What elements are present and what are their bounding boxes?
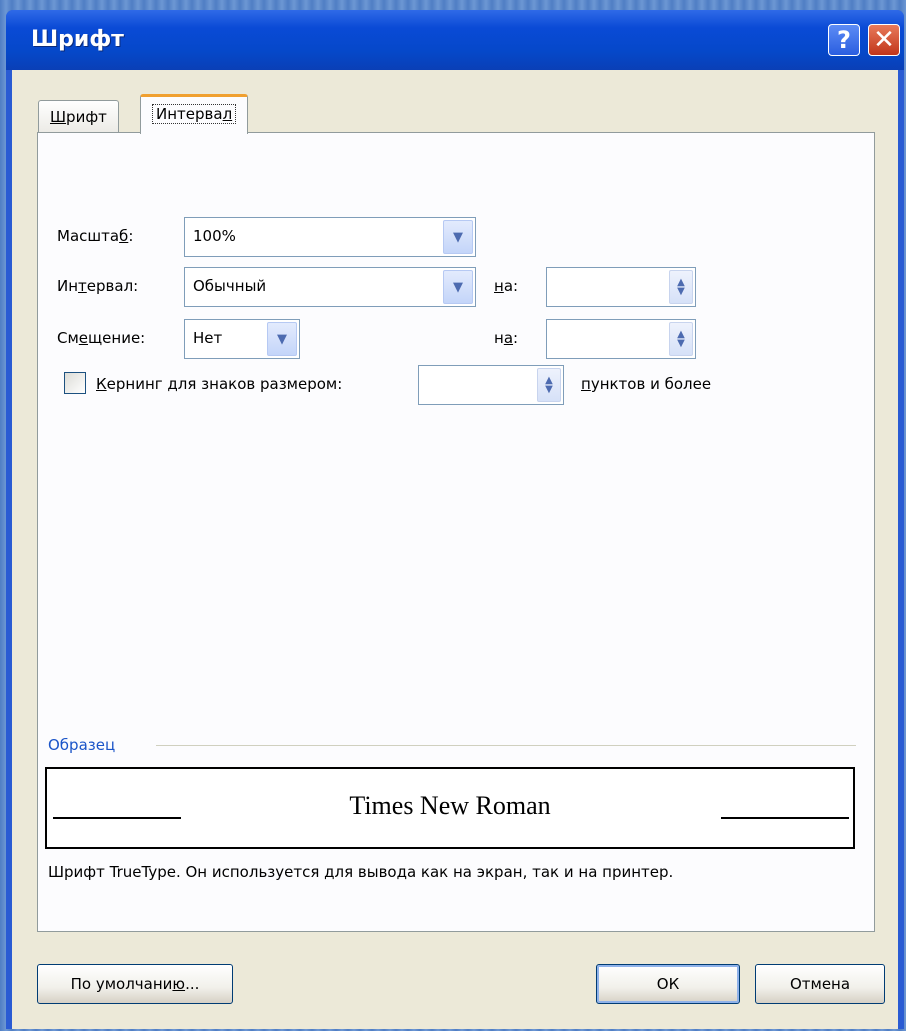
spacing-select[interactable]: Обычный ▼ [184, 267, 476, 307]
position-value: Нет [193, 329, 223, 347]
chevron-down-icon[interactable]: ▼ [443, 270, 473, 304]
tab-spacing[interactable]: Интервал [140, 94, 249, 134]
spacing-by-input[interactable]: ▲ ▼ [546, 267, 696, 307]
cancel-button[interactable]: Отмена [755, 964, 885, 1004]
sample-divider [156, 745, 856, 746]
close-icon: ✕ [873, 25, 895, 55]
help-icon: ? [837, 26, 851, 54]
position-by-label: на: [494, 329, 519, 347]
dialog-client-area: Шрифт Интервал Масштаб: 100% ▼ Интервал:… [12, 70, 898, 1029]
spinner-arrows-icon[interactable]: ▲ ▼ [669, 270, 693, 304]
help-button[interactable]: ? [828, 24, 860, 56]
kerning-size-input[interactable]: ▲ ▼ [418, 365, 564, 405]
spinner-arrows-icon[interactable]: ▲ ▼ [537, 368, 561, 402]
title-bar[interactable]: Шрифт ? ✕ [6, 10, 904, 70]
kerning-suffix: пунктов и более [581, 375, 712, 393]
position-by-input[interactable]: ▲ ▼ [546, 319, 696, 359]
default-button[interactable]: По умолчанию... [37, 964, 233, 1004]
chevron-down-icon[interactable]: ▼ [267, 322, 297, 356]
kerning-label[interactable]: Кернинг для знаков размером: [96, 375, 342, 393]
spacing-by-label: на: [494, 277, 519, 295]
position-select[interactable]: Нет ▼ [184, 319, 300, 359]
sample-underline-right [721, 817, 849, 819]
scale-select[interactable]: 100% ▼ [184, 217, 476, 257]
scale-label: Масштаб: [57, 227, 134, 245]
close-button[interactable]: ✕ [868, 24, 900, 56]
dialog-title: Шрифт [31, 27, 124, 52]
scale-value: 100% [193, 227, 236, 245]
font-dialog: Шрифт ? ✕ Шрифт Интервал Масштаб: 100% ▼… [6, 10, 904, 1029]
kerning-checkbox[interactable] [64, 372, 86, 394]
spacing-label: Интервал: [57, 277, 139, 295]
spacing-value: Обычный [193, 277, 267, 295]
spinner-arrows-icon[interactable]: ▲ ▼ [669, 322, 693, 356]
sample-group-label: Образец [48, 736, 116, 754]
tab-font[interactable]: Шрифт [38, 100, 119, 132]
sample-preview: Times New Roman [45, 767, 855, 849]
sample-description: Шрифт TrueType. Он используется для выво… [48, 863, 674, 881]
spacing-tab-panel: Масштаб: 100% ▼ Интервал: Обычный ▼ на: … [37, 132, 875, 932]
ok-button[interactable]: ОК [596, 964, 740, 1004]
chevron-down-icon[interactable]: ▼ [443, 220, 473, 254]
position-label: Смещение: [57, 329, 146, 347]
